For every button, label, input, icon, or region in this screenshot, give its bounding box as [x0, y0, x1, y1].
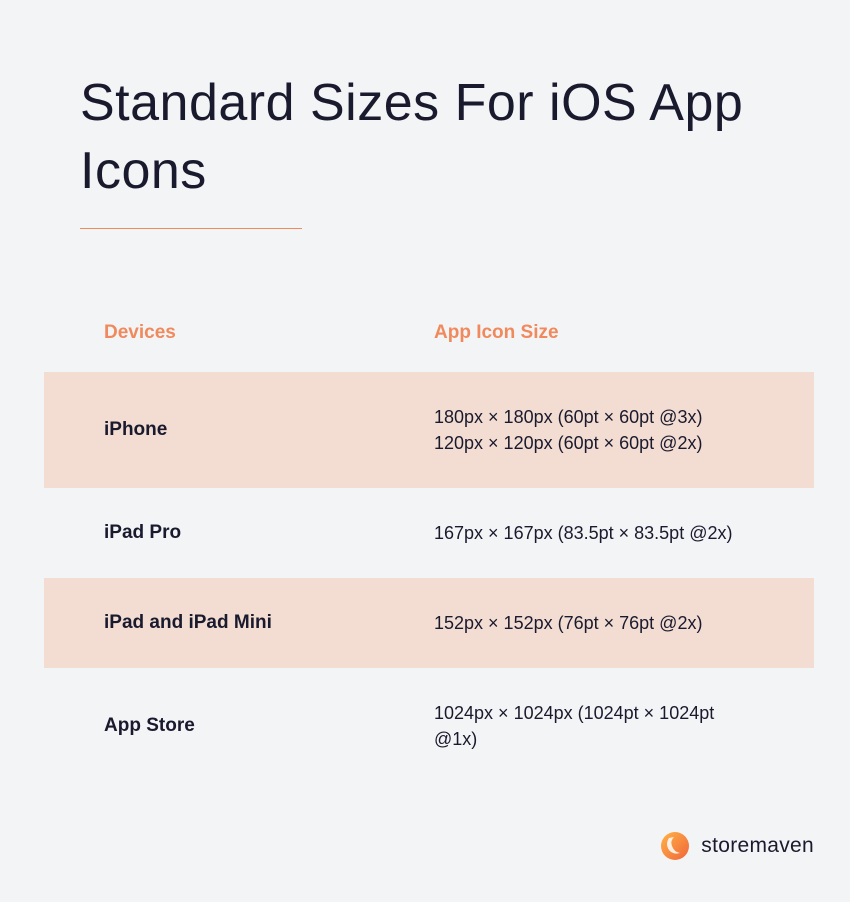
- brand-footer: storemaven: [659, 830, 814, 862]
- brand-name: storemaven: [701, 834, 814, 858]
- header-devices: Devices: [104, 322, 434, 344]
- table-row: iPad and iPad Mini 152px × 152px (76pt ×…: [44, 578, 814, 668]
- device-cell: iPhone: [104, 419, 434, 441]
- table-row: iPhone 180px × 180px (60pt × 60pt @3x)12…: [44, 372, 814, 488]
- table-header: Devices App Icon Size: [44, 310, 814, 372]
- icon-size-table: Devices App Icon Size iPhone 180px × 180…: [44, 310, 814, 785]
- device-cell: iPad Pro: [104, 522, 434, 544]
- device-cell: iPad and iPad Mini: [104, 612, 434, 634]
- size-cell: 180px × 180px (60pt × 60pt @3x)120px × 1…: [434, 404, 754, 456]
- storemaven-logo-icon: [659, 830, 691, 862]
- size-cell: 167px × 167px (83.5pt × 83.5pt @2x): [434, 520, 754, 546]
- header-size: App Icon Size: [434, 322, 754, 344]
- device-cell: App Store: [104, 715, 434, 737]
- table-row: iPad Pro 167px × 167px (83.5pt × 83.5pt …: [44, 488, 814, 578]
- size-cell: 1024px × 1024px (1024pt × 1024pt @1x): [434, 700, 754, 752]
- page-title: Standard Sizes For iOS App Icons: [80, 70, 850, 205]
- table-row: App Store 1024px × 1024px (1024pt × 1024…: [44, 668, 814, 784]
- size-cell: 152px × 152px (76pt × 76pt @2x): [434, 610, 754, 636]
- title-underline: [80, 228, 302, 229]
